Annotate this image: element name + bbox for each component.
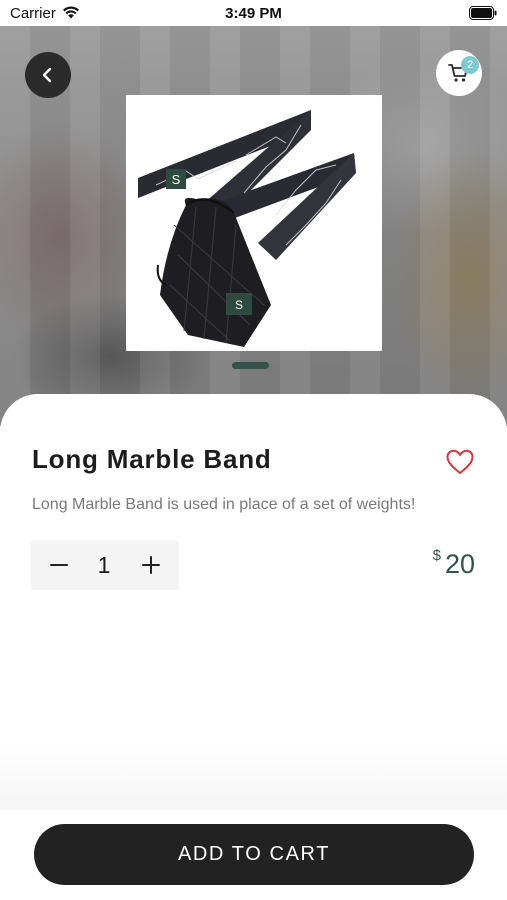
- product-price: $20: [432, 547, 475, 580]
- minus-icon[interactable]: [46, 552, 72, 578]
- back-button[interactable]: [25, 52, 71, 98]
- carousel-indicator-active[interactable]: [232, 362, 269, 369]
- bottom-action-bar: ADD TO CART: [0, 810, 507, 900]
- plus-icon[interactable]: [138, 552, 164, 578]
- product-description: Long Marble Band is used in place of a s…: [32, 496, 416, 513]
- battery-full-icon: [469, 6, 497, 20]
- cart-button[interactable]: 2: [436, 50, 482, 96]
- price-currency: $: [432, 547, 441, 564]
- svg-text:S: S: [172, 172, 181, 187]
- product-hero: 2 S S: [0, 26, 507, 426]
- add-to-cart-button[interactable]: ADD TO CART: [34, 824, 474, 885]
- product-title: Long Marble Band: [32, 444, 272, 474]
- svg-text:S: S: [235, 298, 243, 312]
- clock: 3:49 PM: [225, 5, 282, 22]
- favorite-button[interactable]: [445, 448, 475, 476]
- price-amount: 20: [444, 549, 475, 579]
- product-image: S S: [126, 95, 382, 351]
- heart-outline-icon: [446, 449, 474, 475]
- quantity-stepper: 1: [31, 540, 179, 590]
- chevron-left-icon: [42, 67, 52, 83]
- cart-count-badge: 2: [461, 56, 479, 74]
- resistance-band-illustration: S S: [138, 110, 356, 347]
- status-bar: Carrier 3:49 PM: [0, 0, 507, 26]
- bottom-fade: [0, 740, 507, 810]
- quantity-value: 1: [97, 552, 111, 578]
